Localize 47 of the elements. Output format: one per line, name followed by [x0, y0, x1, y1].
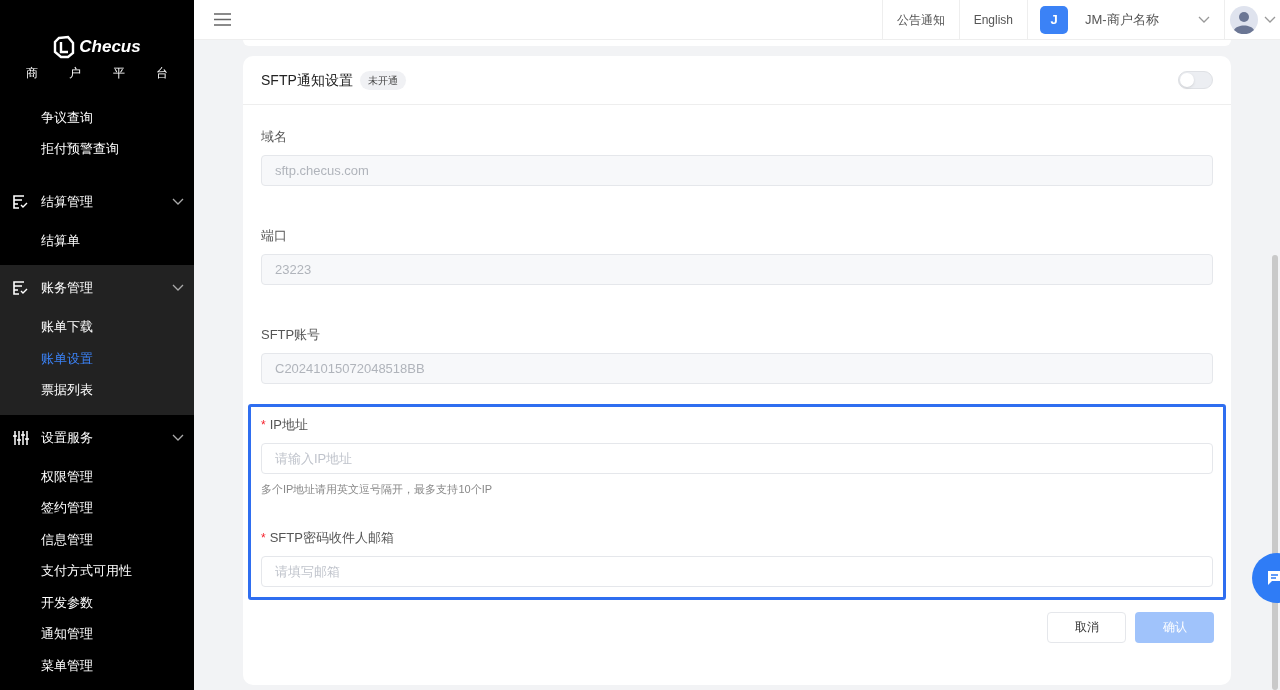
input-field[interactable]: 请输入IP地址	[261, 443, 1213, 474]
field-label: SFTP账号	[261, 326, 321, 345]
logo-subtitle: 商 户 平 台	[25, 64, 182, 82]
required-asterisk: *	[261, 529, 266, 547]
sidebar-group[interactable]: 设置服务	[0, 414, 194, 461]
sidebar-item[interactable]: 争议查询	[0, 102, 194, 134]
sliders-icon	[13, 429, 29, 446]
toggle-switch[interactable]	[1178, 71, 1213, 89]
field-hint: 多个IP地址请用英文逗号隔开，最多支持10个IP	[261, 482, 494, 497]
sidebar-group[interactable]: 结算管理	[0, 178, 194, 225]
chevron-down-icon	[172, 433, 184, 442]
chevron-down-icon	[172, 197, 184, 206]
input-field[interactable]: 请填写邮箱	[261, 555, 1213, 587]
sidebar-item[interactable]: 菜单管理	[0, 649, 194, 681]
sidebar-item[interactable]: 支付方式可用性	[0, 555, 194, 587]
avatar-icon[interactable]	[1229, 5, 1258, 34]
chat-icon	[1266, 570, 1280, 586]
notice-link[interactable]: 公告通知	[881, 0, 959, 39]
field-label: 域名	[261, 128, 287, 147]
merchant-selector[interactable]: J JM-商户名称	[1027, 0, 1224, 39]
sidebar-group[interactable]: 账务管理	[0, 265, 194, 311]
logo-text: Checus	[79, 36, 141, 58]
chevron-down-icon	[1263, 15, 1276, 24]
document-check-icon	[13, 281, 29, 295]
logo-icon	[53, 34, 76, 59]
sidebar-item[interactable]: 账单设置	[0, 342, 194, 374]
sidebar-item[interactable]: 开发参数	[0, 586, 194, 618]
field-label: SFTP密码收件人邮箱	[269, 528, 394, 547]
cancel-button[interactable]: 取消	[1047, 611, 1126, 643]
card-title: SFTP通知设置	[261, 70, 353, 90]
field-label: IP地址	[269, 416, 308, 435]
sidebar-item[interactable]: 签约管理	[0, 492, 194, 524]
chevron-down-icon	[1198, 15, 1210, 24]
document-check-icon	[13, 194, 29, 209]
sidebar-item[interactable]: 通知管理	[0, 618, 194, 650]
required-asterisk: *	[261, 417, 266, 434]
field-label: 端口	[261, 227, 287, 246]
sidebar-item[interactable]: 权限管理	[0, 460, 194, 492]
menu-icon[interactable]	[214, 13, 231, 26]
sidebar-item[interactable]: 账单下载	[0, 311, 194, 343]
language-link[interactable]: English	[958, 0, 1027, 39]
sidebar-item[interactable]: 结算单	[0, 224, 194, 256]
status-tag: 未开通	[359, 70, 406, 90]
sidebar-item[interactable]: 票据列表	[0, 374, 194, 406]
chevron-down-icon	[172, 284, 184, 292]
sidebar-item[interactable]: 拒付预警查询	[0, 133, 194, 165]
sidebar-item[interactable]: 信息管理	[0, 523, 194, 555]
